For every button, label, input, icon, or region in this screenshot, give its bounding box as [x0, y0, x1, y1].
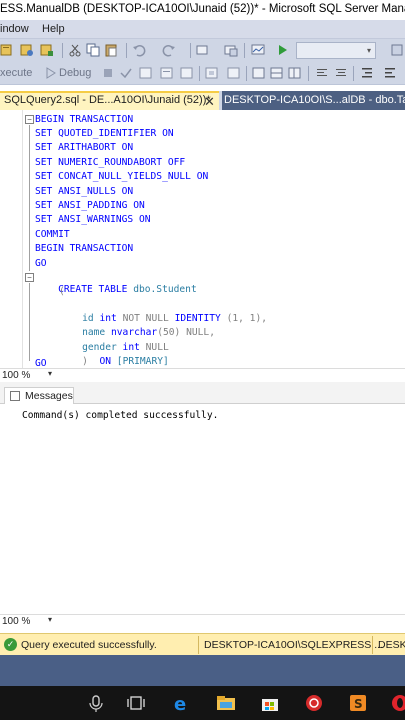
code-line: BEGIN TRANSACTION	[35, 243, 134, 254]
tab-messages-label: Messages	[25, 390, 73, 402]
debug-icon[interactable]	[44, 66, 58, 80]
include-plan-icon[interactable]	[205, 66, 219, 80]
code-line: SET CONCAT_NULL_YIELDS_NULL ON	[35, 171, 209, 182]
copy-icon[interactable]	[86, 43, 100, 57]
code-line: (	[59, 286, 65, 297]
chevron-down-icon[interactable]: ▾	[48, 615, 52, 624]
cancel-query-icon[interactable]	[101, 66, 115, 80]
decrease-indent-icon[interactable]	[360, 66, 374, 80]
activity-monitor-icon[interactable]	[251, 43, 265, 57]
status-server-2: DESKT	[378, 639, 405, 651]
media-app-icon[interactable]	[304, 693, 324, 713]
parse-icon[interactable]	[119, 66, 133, 80]
standard-toolbar: ▾	[0, 39, 405, 62]
task-view-icon[interactable]	[126, 693, 146, 713]
opera-browser-icon[interactable]	[390, 693, 405, 713]
redo-icon[interactable]	[162, 43, 176, 57]
file-explorer-icon[interactable]	[216, 693, 236, 713]
code-line: GO	[35, 258, 47, 269]
tab-sqlquery2[interactable]: SQLQuery2.sql - DE...A10OI\Junaid (52))*…	[0, 91, 219, 110]
estimated-plan-icon[interactable]	[139, 66, 153, 80]
svg-text:S: S	[354, 697, 363, 711]
database-query-icon[interactable]	[20, 43, 34, 57]
cut-icon[interactable]	[68, 43, 82, 57]
messages-icon	[10, 391, 20, 401]
create-keyword: CREATE TABLE	[58, 284, 128, 295]
code-line: COMMIT	[35, 229, 70, 240]
edge-browser-icon[interactable]: e	[172, 693, 192, 713]
tab-table-designer[interactable]: DESKTOP-ICA10OI\S...alDB - dbo.Table	[222, 91, 405, 110]
code-line: SET ANSI_NULLS ON	[35, 186, 134, 197]
sublime-app-icon[interactable]: S	[348, 693, 368, 713]
results-zoom-value: 100 %	[2, 616, 31, 627]
results-to-file-icon[interactable]	[288, 66, 302, 80]
undo-icon[interactable]	[132, 43, 146, 57]
messages-output: Command(s) completed successfully.	[22, 410, 219, 421]
new-query-icon[interactable]	[0, 43, 14, 57]
code-line: SET QUOTED_IDENTIFIER ON	[35, 128, 174, 139]
editor-zoom-bar: 100 % ▾	[0, 368, 405, 382]
paste-icon[interactable]	[104, 43, 118, 57]
code-line: SET ARITHABORT ON	[35, 142, 134, 153]
success-check-icon: ✓	[4, 638, 17, 651]
live-stats-icon[interactable]	[227, 66, 241, 80]
menu-bar: indow Help	[0, 20, 405, 39]
windows-taskbar: e S	[0, 686, 405, 720]
query-status-bar: ✓ Query executed successfully. DESKTOP-I…	[0, 633, 405, 655]
uncomment-icon[interactable]	[334, 66, 348, 80]
status-message: Query executed successfully.	[21, 639, 157, 651]
store-icon[interactable]	[260, 693, 280, 713]
toolbar-overflow-icon[interactable]	[390, 43, 404, 57]
start-debugging-icon[interactable]	[276, 43, 290, 57]
editor-zoom-combo[interactable]: 100 % ▾	[2, 369, 54, 382]
debug-button[interactable]: Debug	[59, 67, 91, 79]
app-status-strip	[0, 655, 405, 686]
sql-editor-toolbar: xecute Debug	[0, 62, 405, 85]
code-line: SET NUMERIC_ROUNDABORT OFF	[35, 157, 186, 168]
query-editor[interactable]: − − BEGIN TRANSACTION SET QUOTED_IDENTIF…	[0, 110, 405, 369]
menu-window[interactable]: indow	[0, 23, 29, 35]
collapse-icon[interactable]: −	[25, 115, 34, 124]
results-zoom-bar: 100 % ▾	[0, 614, 405, 628]
microphone-icon[interactable]	[86, 693, 106, 713]
query-options-icon[interactable]	[160, 66, 174, 80]
results-zoom-combo[interactable]: 100 % ▾	[2, 615, 54, 628]
window-title: ESS.ManualDB (DESKTOP-ICA10OI\Junaid (52…	[0, 0, 405, 20]
collapse-icon[interactable]: −	[25, 273, 34, 282]
document-tab-row: SQLQuery2.sql - DE...A10OI\Junaid (52))*…	[0, 91, 405, 110]
editor-zoom-value: 100 %	[2, 370, 31, 381]
solution-config-combo[interactable]: ▾	[296, 42, 376, 59]
execute-button[interactable]: xecute	[0, 67, 32, 79]
svg-text:e: e	[174, 694, 186, 713]
intellisense-icon[interactable]	[180, 66, 194, 80]
close-tab-icon[interactable]: ✕	[204, 94, 215, 110]
comment-out-icon[interactable]	[315, 66, 329, 80]
analysis-query-icon[interactable]	[40, 43, 54, 57]
tab-messages[interactable]: Messages	[4, 387, 74, 404]
chevron-down-icon[interactable]: ▾	[48, 369, 52, 378]
status-server: DESKTOP-ICA10OI\SQLEXPRESS ...	[204, 639, 383, 651]
results-to-text-icon[interactable]	[252, 66, 266, 80]
code-line: SET ANSI_WARNINGS ON	[35, 214, 151, 225]
code-line: BEGIN TRANSACTION	[35, 114, 134, 125]
navigate-forward-icon[interactable]	[224, 43, 238, 57]
table-name: dbo.Student	[133, 284, 197, 295]
increase-indent-icon[interactable]	[383, 66, 397, 80]
tab-sqlquery2-label: SQLQuery2.sql - DE...A10OI\Junaid (52))*	[4, 94, 211, 106]
code-line: SET ANSI_PADDING ON	[35, 200, 145, 211]
navigate-back-icon[interactable]	[196, 43, 210, 57]
results-to-grid-icon[interactable]	[270, 66, 284, 80]
results-tab-bar: Messages	[0, 382, 405, 404]
results-pane: Messages Command(s) completed successful…	[0, 382, 405, 614]
menu-help[interactable]: Help	[42, 23, 65, 35]
